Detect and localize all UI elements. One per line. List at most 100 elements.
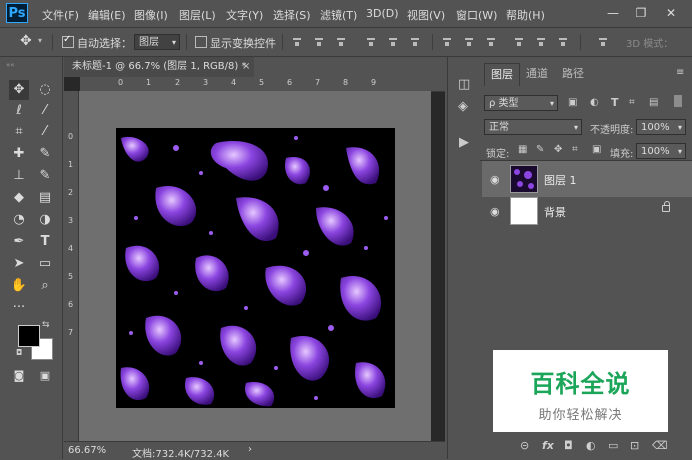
rectangle-tool-icon[interactable]: ▭ [35,254,55,274]
eyedropper-tool-icon[interactable]: ⁄ [35,122,55,142]
fx-icon[interactable]: fx [542,439,554,452]
adjustment-layer-icon[interactable]: ◐ [586,439,596,452]
align-top-icon[interactable] [292,37,302,47]
ruler-top-label: 1 [146,78,152,87]
distribute-top-icon[interactable] [442,37,452,47]
filter-smart-object-icon[interactable]: ▤ [649,97,658,108]
more-tools-icon[interactable]: ··· [9,298,29,318]
add-mask-icon[interactable]: ◘ [564,439,573,452]
menu-type[interactable]: 文字(Y) [226,7,263,23]
panel-collapse-icon[interactable]: «« [6,61,15,69]
menu-select[interactable]: 选择(S) [273,7,311,23]
type-tool-icon[interactable]: T [35,232,55,252]
restore-icon[interactable]: ❐ [632,5,650,21]
auto-select-dropdown[interactable]: 图层 ▾ [134,34,180,50]
filter-toggle-icon[interactable] [674,95,682,107]
brush-tool-icon[interactable]: ✎ [35,144,55,164]
visibility-eye-icon[interactable]: ◉ [490,205,500,218]
zoom-tool-icon[interactable]: ⌕ [35,276,55,296]
distribute-left-icon[interactable] [514,37,524,47]
auto-align-icon[interactable] [598,37,608,47]
visibility-eye-icon[interactable]: ◉ [490,173,500,186]
canvas-image[interactable] [116,128,395,408]
menu-help[interactable]: 帮助(H) [506,7,545,23]
history-brush-tool-icon[interactable]: ✎ [35,166,55,186]
menu-filter[interactable]: 滤镜(T) [320,7,357,23]
hand-tool-icon[interactable]: ✋ [9,276,29,296]
pen-tool-icon[interactable]: ✒ [9,232,29,252]
lasso-tool-icon[interactable]: ℓ [9,101,29,121]
opacity-input[interactable]: 100% ▾ [636,119,686,135]
menu-window[interactable]: 窗口(W) [456,7,497,23]
marquee-tool-icon[interactable]: ◌ [35,80,55,100]
menu-layer[interactable]: 图层(L) [179,7,216,23]
minimize-icon[interactable]: — [604,5,622,21]
layer-name[interactable]: 背景 [544,204,566,220]
layer-name[interactable]: 图层 1 [544,172,577,188]
foreground-color-swatch[interactable] [18,325,40,347]
auto-select-checkbox[interactable] [62,34,74,48]
panel-menu-icon[interactable]: ≡ [676,67,684,78]
show-transform-checkbox[interactable] [195,36,207,48]
menu-3d[interactable]: 3D(D) [366,7,399,20]
new-layer-icon[interactable]: ⊡ [630,439,639,452]
healing-brush-tool-icon[interactable]: ✚ [9,144,29,164]
document-tab[interactable]: 未标题-1 @ 66.7% (图层 1, RGB/8) * × [64,57,254,77]
magic-wand-tool-icon[interactable]: ⁄ [35,101,55,121]
path-select-tool-icon[interactable]: ➤ [9,254,29,274]
new-group-icon[interactable]: ▭ [608,439,618,452]
lock-all-icon[interactable]: ▣ [592,144,601,155]
align-bottom-icon[interactable] [336,37,346,47]
align-vcenter-icon[interactable] [314,37,324,47]
blur-tool-icon[interactable]: ◔ [9,210,29,230]
lock-image-icon[interactable]: ✎ [536,144,544,155]
filter-adjustment-icon[interactable]: ◐ [590,97,599,108]
tab-layers[interactable]: 图层 [484,63,520,86]
fill-input[interactable]: 100% ▾ [636,143,686,159]
tool-preset-chevron-icon[interactable]: ▾ [38,36,42,45]
crop-tool-icon[interactable]: ⌗ [9,122,29,142]
distribute-right-icon[interactable] [558,37,568,47]
stamp-tool-icon[interactable]: ⊥ [9,166,29,186]
close-tab-icon[interactable]: × [242,57,250,77]
gradient-tool-icon[interactable]: ▤ [35,188,55,208]
properties-panel-icon[interactable]: ◈ [458,99,468,114]
tab-paths[interactable]: 路径 [556,63,590,85]
layer-filter-dropdown[interactable]: ρ 类型 ▾ [484,95,558,111]
quick-mask-icon[interactable]: ◙ [9,366,29,386]
menu-edit[interactable]: 编辑(E) [88,7,126,23]
delete-layer-icon[interactable]: ⌫ [652,439,668,452]
swap-colors-icon[interactable]: ⇆ [42,320,50,330]
layer-row-background[interactable]: ◉ 背景 [482,193,692,229]
blend-mode-dropdown[interactable]: 正常 ▾ [484,119,582,135]
close-icon[interactable]: ✕ [662,5,680,21]
distribute-bottom-icon[interactable] [486,37,496,47]
link-layers-icon[interactable]: ⊝ [520,439,529,452]
tab-channels[interactable]: 通道 [520,63,554,85]
filter-shape-icon[interactable]: ⌗ [629,97,635,108]
menu-image[interactable]: 图像(I) [134,7,168,23]
screen-mode-icon[interactable]: ▣ [35,366,55,386]
filter-type-icon[interactable]: T [611,96,619,109]
zoom-level[interactable]: 66.67% [68,445,106,456]
actions-play-icon[interactable]: ▶ [459,135,469,150]
lock-artboard-icon[interactable]: ⌗ [572,144,578,155]
history-panel-icon[interactable]: ◫ [458,77,470,92]
menu-file[interactable]: 文件(F) [42,7,79,23]
align-hcenter-icon[interactable] [388,37,398,47]
eraser-tool-icon[interactable]: ◆ [9,188,29,208]
dodge-tool-icon[interactable]: ◑ [35,210,55,230]
menu-view[interactable]: 视图(V) [407,7,445,23]
distribute-vcenter-icon[interactable] [464,37,474,47]
distribute-hcenter-icon[interactable] [536,37,546,47]
move-tool-icon[interactable]: ✥ [20,33,32,49]
layer-row-layer1[interactable]: ◉ 图层 1 [482,161,692,197]
align-right-icon[interactable] [410,37,420,47]
status-chevron-icon[interactable]: › [248,444,252,455]
lock-transparent-icon[interactable]: ▦ [518,144,527,155]
filter-pixel-icon[interactable]: ▣ [568,97,577,108]
move-tool-icon[interactable]: ✥ [9,80,29,100]
align-left-icon[interactable] [366,37,376,47]
lock-position-icon[interactable]: ✥ [554,144,562,155]
default-colors-icon[interactable]: ◘ [16,348,22,357]
